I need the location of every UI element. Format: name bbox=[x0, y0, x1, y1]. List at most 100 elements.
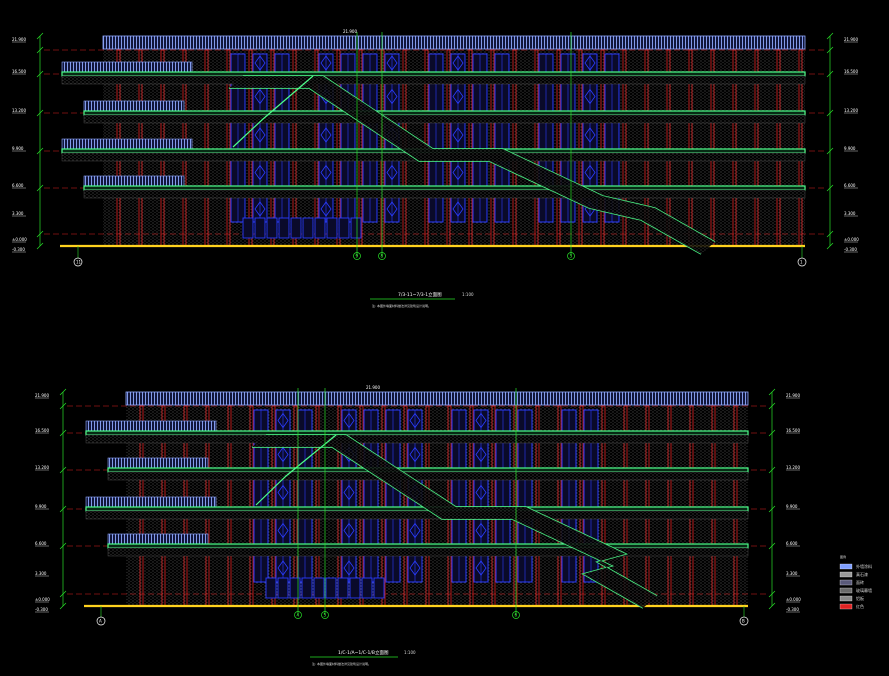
storefront-window bbox=[338, 217, 350, 239]
axis-bubble-label: 6 bbox=[515, 613, 518, 618]
balcony-railing bbox=[85, 420, 217, 432]
storefront-window bbox=[290, 217, 302, 239]
axis-bubble-label: 1 bbox=[800, 260, 803, 265]
balcony-railing bbox=[107, 533, 209, 545]
legend-label: 红色 bbox=[856, 603, 864, 609]
roof-parapet bbox=[125, 391, 749, 406]
storefront-window bbox=[325, 577, 337, 599]
storefront-window bbox=[361, 577, 373, 599]
storefront-window bbox=[265, 577, 277, 599]
legend-label: 面砖 bbox=[856, 579, 864, 585]
storefront-window bbox=[313, 577, 325, 599]
floor-slab bbox=[83, 110, 806, 116]
axis-bubble-label: 11 bbox=[76, 260, 82, 265]
level-mark: 13.200 bbox=[844, 108, 858, 113]
level-mark: -0.300 bbox=[35, 607, 48, 612]
level-mark: 21.900 bbox=[12, 37, 26, 42]
slab-edge-band bbox=[83, 114, 806, 124]
storefront-window bbox=[373, 577, 385, 599]
elevation-upper-note: 注: 本图外墙面材料做法详见建筑设计说明。 bbox=[372, 303, 431, 308]
legend-swatch bbox=[839, 587, 853, 594]
slab-edge-band bbox=[85, 434, 749, 444]
legend-label: 铝板 bbox=[856, 595, 864, 601]
level-mark: 16.500 bbox=[844, 69, 858, 74]
floor-slab bbox=[85, 506, 749, 512]
level-mark: 13.200 bbox=[786, 465, 800, 470]
floor-slab bbox=[85, 430, 749, 436]
slab-edge-band bbox=[107, 471, 749, 481]
storefront-window bbox=[349, 577, 361, 599]
level-mark: -0.300 bbox=[844, 247, 857, 252]
storefront-window bbox=[277, 577, 289, 599]
level-mark: ±0.000 bbox=[12, 237, 27, 242]
level-mark: 3.300 bbox=[844, 211, 856, 216]
legend-swatch bbox=[839, 579, 853, 586]
elevation-upper-scale: 1:100 bbox=[462, 292, 474, 297]
legend-label: 外墙涂料 bbox=[856, 563, 872, 569]
legend: 外墙涂料真石漆面砖玻璃幕墙铝板红色 bbox=[839, 563, 872, 610]
slab-edge-band bbox=[107, 547, 749, 557]
level-mark: ±0.000 bbox=[786, 597, 801, 602]
level-mark: 6.600 bbox=[35, 541, 47, 546]
slab-edge-band bbox=[83, 189, 806, 199]
level-mark: 21.900 bbox=[35, 393, 49, 398]
legend-title: 图例 bbox=[840, 554, 846, 559]
storefront-window bbox=[301, 577, 313, 599]
axis-bubble-label: 9 bbox=[356, 254, 359, 259]
level-mark: 9.900 bbox=[786, 504, 798, 509]
legend-label: 真石漆 bbox=[856, 571, 868, 577]
floor-slab bbox=[107, 467, 749, 473]
floor-slab bbox=[83, 185, 806, 191]
level-mark: 16.500 bbox=[12, 69, 26, 74]
elevation-lower-scale: 1:100 bbox=[404, 650, 416, 655]
balcony-railing bbox=[61, 61, 193, 73]
axis-bubble-label: 4 bbox=[297, 613, 300, 618]
level-mark: 3.300 bbox=[12, 211, 24, 216]
level-mark: 21.900 bbox=[844, 37, 858, 42]
roof-parapet bbox=[102, 35, 806, 50]
floor-slab bbox=[107, 543, 749, 549]
level-mark: 3.300 bbox=[786, 571, 798, 576]
level-mark: 3.300 bbox=[35, 571, 47, 576]
axis-bubble-label: B bbox=[742, 619, 745, 624]
level-mark: 6.600 bbox=[786, 541, 798, 546]
balcony-railing bbox=[83, 100, 185, 112]
level-mark: 9.900 bbox=[844, 146, 856, 151]
storefront-window bbox=[326, 217, 338, 239]
storefront-window bbox=[337, 577, 349, 599]
floor-slab bbox=[61, 71, 806, 77]
slab-edge-band bbox=[61, 75, 806, 85]
storefront-window bbox=[266, 217, 278, 239]
level-mark: ±0.000 bbox=[844, 237, 859, 242]
axis-bubble-label: 5 bbox=[324, 613, 327, 618]
level-mark: -0.300 bbox=[12, 247, 25, 252]
elevation-lower-note: 注: 本图外墙面材料做法详见建筑设计说明。 bbox=[312, 661, 371, 666]
roof-level-label: 21.900 bbox=[343, 29, 357, 34]
axis-bubble-label: 8 bbox=[381, 254, 384, 259]
legend-swatch bbox=[839, 563, 853, 570]
legend-swatch bbox=[839, 595, 853, 602]
level-mark: 6.600 bbox=[844, 183, 856, 188]
storefront-window bbox=[242, 217, 254, 239]
storefront-window bbox=[302, 217, 314, 239]
balcony-railing bbox=[83, 175, 185, 187]
slab-edge-band bbox=[85, 510, 749, 520]
level-mark: 21.900 bbox=[786, 393, 800, 398]
level-mark: -0.300 bbox=[786, 607, 799, 612]
roof-level-label: 21.900 bbox=[366, 385, 380, 390]
level-mark: 16.500 bbox=[786, 428, 800, 433]
storefront-window bbox=[278, 217, 290, 239]
level-mark: 16.500 bbox=[35, 428, 49, 433]
level-mark: 13.200 bbox=[35, 465, 49, 470]
elevation-upper: 21.900 16.500 13.200 9.900 6.600 3.300 ±0.000 -… bbox=[12, 29, 859, 267]
level-mark: 9.900 bbox=[12, 146, 24, 151]
storefront-window bbox=[254, 217, 266, 239]
balcony-railing bbox=[61, 138, 193, 150]
level-mark: 6.600 bbox=[12, 183, 24, 188]
legend-swatch bbox=[839, 603, 853, 610]
axis-bubble-label: A bbox=[99, 619, 102, 624]
elevation-drawing-canvas: 21.900 16.500 13.200 9.900 6.600 3.300 ±0.000 -… bbox=[12, 29, 872, 666]
balcony-railing bbox=[85, 496, 217, 508]
storefront-window bbox=[350, 217, 362, 239]
level-mark: 9.900 bbox=[35, 504, 47, 509]
